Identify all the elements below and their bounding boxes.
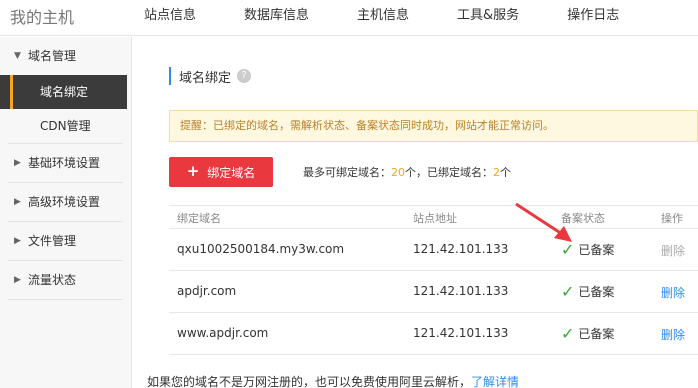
sidebar-group-domain: ▼ 域名管理 域名绑定 CDN管理 xyxy=(0,37,131,143)
learn-more-link[interactable]: 了解详情 xyxy=(471,375,519,388)
status-text: 已备案 xyxy=(578,327,615,341)
ip-cell: 121.42.101.133 xyxy=(413,242,509,256)
annotation-arrow-icon xyxy=(515,202,572,242)
caret-right-icon: ▶ xyxy=(14,275,21,285)
sidebar-head-advanced-env[interactable]: ▶ 高级环境设置 xyxy=(0,183,131,221)
divider xyxy=(8,299,123,300)
status-cell: ✓ 已备案 xyxy=(561,324,614,343)
page-title-wrap: 域名绑定 ? xyxy=(169,67,252,86)
bind-domain-label: 绑定域名 xyxy=(207,165,256,180)
sidebar: ▼ 域名管理 域名绑定 CDN管理 ▶ 基础环境设置 ▶ 高级环境设置 ▶ 文件… xyxy=(0,37,132,388)
sidebar-item-cdn[interactable]: CDN管理 xyxy=(0,109,131,143)
sidebar-head-label: 流量状态 xyxy=(28,273,77,287)
top-nav: 站点信息 数据库信息 主机信息 工具&服务 操作日志 xyxy=(120,0,643,36)
sidebar-head-label: 文件管理 xyxy=(28,234,77,248)
ip-cell: 121.42.101.133 xyxy=(413,284,509,298)
sidebar-head-domain-management[interactable]: ▼ 域名管理 xyxy=(0,37,131,75)
main-content: 域名绑定 ? 提醒：已绑定的域名，需解析状态、备案状态同时成功，网站才能正常访问… xyxy=(133,37,698,388)
nav-operation-log[interactable]: 操作日志 xyxy=(543,0,643,36)
notice-banner: 提醒：已绑定的域名，需解析状态、备案状态同时成功，网站才能正常访问。 xyxy=(169,110,698,142)
footnote: 如果您的域名不是万网注册的，也可以免费使用阿里云解析，了解详情 xyxy=(147,373,519,388)
domain-cell: www.apdjr.com xyxy=(177,326,269,340)
check-icon: ✓ xyxy=(561,282,575,301)
nav-site-info[interactable]: 站点信息 xyxy=(120,0,220,36)
table-row: www.apdjr.com 121.42.101.133 ✓ 已备案 删除 xyxy=(169,313,698,355)
delete-link: 删除 xyxy=(661,244,686,258)
sidebar-item-domain-binding[interactable]: 域名绑定 xyxy=(0,75,127,109)
check-icon: ✓ xyxy=(561,324,575,343)
quota-bound-value: 2 xyxy=(493,166,500,179)
header-operation: 操作 xyxy=(661,212,683,225)
caret-down-icon: ▼ xyxy=(14,51,21,61)
delete-link[interactable]: 删除 xyxy=(661,326,685,343)
caret-right-icon: ▶ xyxy=(14,197,21,207)
nav-tools-services[interactable]: 工具&服务 xyxy=(433,0,543,36)
page-title: 域名绑定 xyxy=(179,70,232,86)
top-header: 我的主机 站点信息 数据库信息 主机信息 工具&服务 操作日志 xyxy=(0,0,698,36)
quota-suffix: 个 xyxy=(500,166,511,179)
domain-cell: apdjr.com xyxy=(177,284,237,298)
caret-right-icon: ▶ xyxy=(14,158,21,168)
plus-icon: + xyxy=(186,162,200,180)
sidebar-head-traffic-status[interactable]: ▶ 流量状态 xyxy=(0,261,131,299)
brand-title[interactable]: 我的主机 xyxy=(10,4,74,28)
bind-domain-button[interactable]: + 绑定域名 xyxy=(169,157,273,187)
domain-table: 绑定域名 站点地址 备案状态 操作 qxu1002500184.my3w.com… xyxy=(169,205,698,355)
table-header: 绑定域名 站点地址 备案状态 操作 xyxy=(169,205,698,229)
quota-text: 最多可绑定域名：20个，已绑定域名：2个 xyxy=(303,164,511,180)
domain-cell: qxu1002500184.my3w.com xyxy=(177,242,345,256)
sidebar-head-basic-env[interactable]: ▶ 基础环境设置 xyxy=(0,144,131,182)
header-domain: 绑定域名 xyxy=(177,212,221,225)
table-row: qxu1002500184.my3w.com 121.42.101.133 ✓ … xyxy=(169,229,698,271)
sidebar-head-label: 域名管理 xyxy=(28,49,77,63)
status-text: 已备案 xyxy=(578,285,615,299)
help-icon[interactable]: ? xyxy=(237,69,252,83)
table-row: apdjr.com 121.42.101.133 ✓ 已备案 删除 xyxy=(169,271,698,313)
status-text: 已备案 xyxy=(578,243,615,257)
sidebar-head-label: 基础环境设置 xyxy=(28,156,101,170)
sidebar-head-file-management[interactable]: ▶ 文件管理 xyxy=(0,222,131,260)
footnote-text: 如果您的域名不是万网注册的，也可以免费使用阿里云解析， xyxy=(147,375,472,388)
delete-link[interactable]: 删除 xyxy=(661,284,685,301)
status-cell: ✓ 已备案 xyxy=(561,282,614,301)
header-site-address: 站点地址 xyxy=(413,212,457,225)
ip-cell: 121.42.101.133 xyxy=(413,326,509,340)
quota-max-prefix: 最多可绑定域名： xyxy=(303,166,391,179)
sidebar-head-label: 高级环境设置 xyxy=(28,195,101,209)
quota-mid: 个，已绑定域名： xyxy=(405,166,493,179)
quota-max-value: 20 xyxy=(391,166,405,179)
nav-database-info[interactable]: 数据库信息 xyxy=(220,0,333,36)
caret-right-icon: ▶ xyxy=(14,236,21,246)
nav-host-info[interactable]: 主机信息 xyxy=(333,0,433,36)
